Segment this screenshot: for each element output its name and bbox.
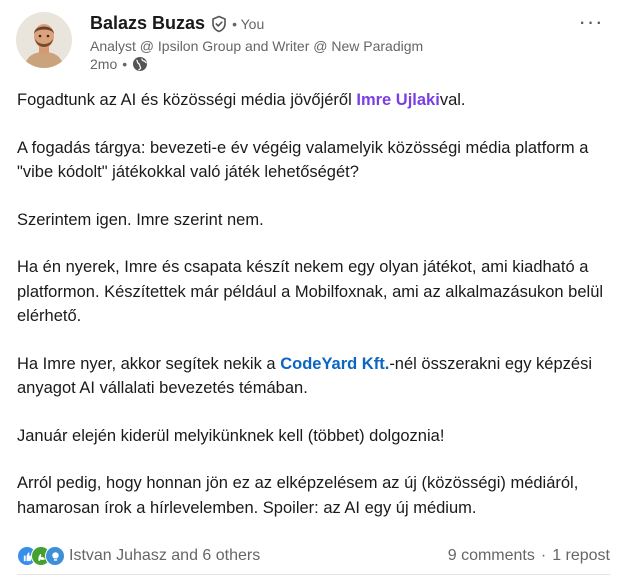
more-options-button[interactable]: ···: [575, 9, 607, 34]
post-paragraph: A fogadás tárgya: bevezeti-e év végéig v…: [17, 138, 589, 182]
reactions-summary[interactable]: Istvan Juhasz and 6 others: [17, 546, 260, 566]
post-body: Fogadtunk az AI és közösségi média jövőj…: [17, 88, 617, 543]
post-time: 2mo: [90, 56, 118, 72]
post-paragraph: Ha Imre nyer, akkor segítek nekik a Code…: [17, 352, 617, 401]
post-paragraph: Január elején kiderül melyikünknek kell …: [17, 426, 445, 445]
post-paragraph: Arról pedig, hogy honnan jön ez az elkép…: [17, 474, 579, 517]
you-label: • You: [232, 15, 265, 32]
mention-imre-ujlaki[interactable]: Imre Ujlaki: [356, 91, 439, 109]
verified-shield-icon: [210, 15, 228, 33]
text-segment: Fogadtunk az AI és közösségi média jövőj…: [17, 91, 357, 109]
comments-count-link[interactable]: 9 comments: [448, 547, 535, 565]
text-segment: val.: [439, 91, 466, 109]
post-paragraph: Ha én nyerek, Imre és csapata készít nek…: [17, 258, 604, 325]
author-name-row: Balazs Buzas • You: [90, 13, 264, 34]
linkedin-post: Balazs Buzas • You Analyst @ Ipsilon Gro…: [0, 0, 627, 578]
post-paragraph: Szerintem igen. Imre szerint nem.: [17, 210, 264, 229]
author-avatar[interactable]: [16, 12, 72, 68]
post-meta: 2mo •: [90, 56, 148, 72]
reaction-icons: [17, 546, 65, 566]
reactions-text: Istvan Juhasz and 6 others: [69, 547, 261, 564]
insightful-icon: [45, 546, 65, 566]
separator: ·: [540, 547, 547, 564]
mention-codeyard[interactable]: CodeYard Kft.: [280, 355, 389, 373]
reposts-count-link[interactable]: 1 repost: [552, 547, 610, 565]
social-counts-bar: Istvan Juhasz and 6 others 9 comments · …: [17, 544, 610, 568]
text-segment: Ha Imre nyer, akkor segítek nekik a: [17, 354, 281, 373]
globe-icon: [132, 56, 148, 72]
author-name[interactable]: Balazs Buzas: [90, 13, 205, 34]
meta-dot: •: [122, 56, 128, 72]
engagement-counts: 9 comments · 1 repost: [448, 547, 610, 565]
post-paragraph: Fogadtunk az AI és közösségi média jövőj…: [17, 88, 617, 113]
divider: [17, 574, 610, 575]
author-headline: Analyst @ Ipsilon Group and Writer @ New…: [90, 38, 424, 54]
